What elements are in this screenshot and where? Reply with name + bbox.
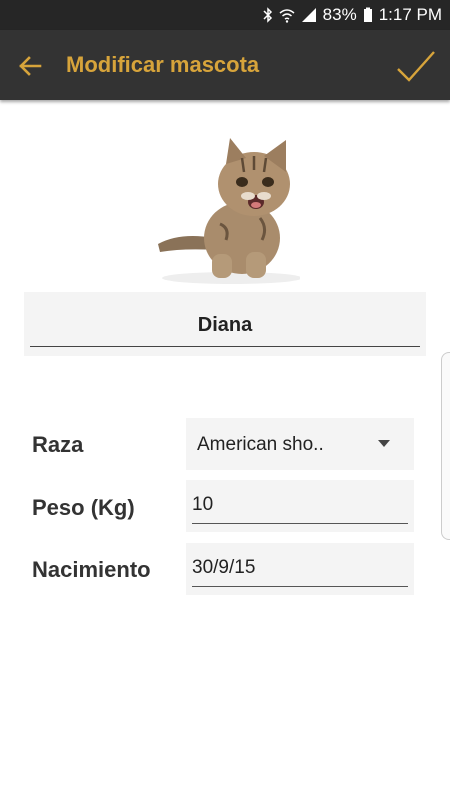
dropdown-arrow-icon	[378, 440, 390, 447]
clock: 1:17 PM	[378, 5, 442, 24]
breed-label: Raza	[32, 432, 84, 457]
back-arrow-icon[interactable]	[14, 50, 46, 82]
birth-input[interactable]: 30/9/15	[186, 543, 414, 595]
name-underline	[30, 346, 420, 347]
weight-underline	[192, 523, 408, 524]
app-bar: Modificar mascota	[0, 30, 450, 100]
pet-name-field[interactable]: Diana	[24, 292, 426, 356]
bluetooth-icon	[263, 7, 273, 23]
breed-value: American sho..	[197, 434, 324, 455]
battery-percent: 83%	[322, 5, 357, 24]
birth-label: Nacimiento	[32, 557, 151, 582]
page-title: Modificar mascota	[66, 52, 260, 77]
weight-value: 10	[192, 494, 214, 515]
birth-underline	[192, 586, 408, 587]
weight-label: Peso (Kg)	[32, 495, 135, 520]
weight-input[interactable]: 10	[186, 480, 414, 532]
edge-panel-handle[interactable]	[441, 352, 450, 540]
wifi-icon	[279, 7, 295, 23]
pet-photo[interactable]	[150, 128, 302, 288]
battery-icon	[363, 7, 373, 23]
status-bar: 83% 1:17 PM	[0, 0, 450, 30]
status-icons: 83% 1:17 PM	[263, 5, 442, 25]
signal-icon	[301, 7, 317, 23]
check-icon[interactable]	[394, 44, 438, 88]
breed-dropdown[interactable]: American sho..	[186, 418, 414, 470]
pet-name: Diana	[197, 314, 253, 336]
birth-value: 30/9/15	[192, 557, 256, 578]
